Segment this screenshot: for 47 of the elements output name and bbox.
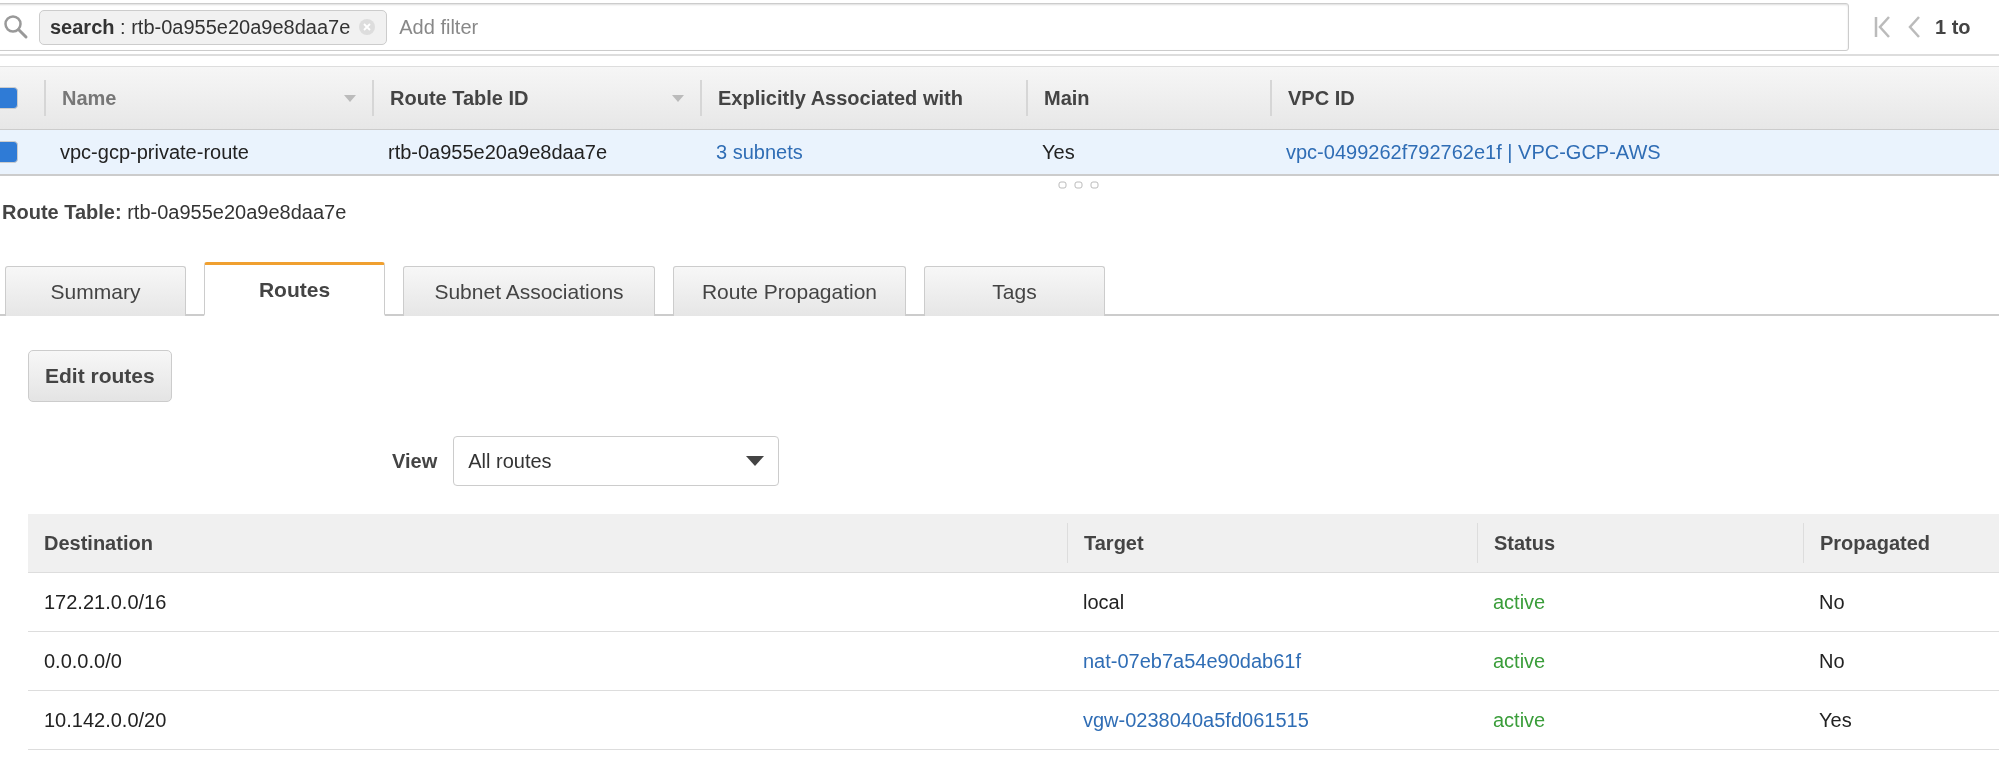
- tab[interactable]: Subnet Associations: [403, 266, 655, 316]
- table-cell: Yes: [1819, 708, 1852, 732]
- table-cell: No: [1819, 590, 1845, 614]
- tab[interactable]: Summary: [5, 266, 186, 316]
- status-text: active: [1493, 708, 1546, 732]
- previous-page-icon[interactable]: [1907, 14, 1921, 40]
- column-header[interactable]: Name: [62, 86, 117, 110]
- table-link[interactable]: vpc-0499262f792762e1f | VPC-GCP-AWS: [1286, 140, 1661, 164]
- table-cell: vpc-gcp-private-route: [60, 140, 249, 164]
- column-header[interactable]: Target: [1084, 531, 1144, 555]
- column-header[interactable]: Main: [1044, 86, 1090, 110]
- table-cell: 10.142.0.0/20: [44, 708, 167, 732]
- tab[interactable]: Route Propagation: [673, 266, 906, 316]
- table-link[interactable]: vgw-0238040a5fd061515: [1083, 708, 1309, 732]
- column-header[interactable]: Destination: [44, 531, 153, 555]
- table-cell: No: [1819, 649, 1845, 673]
- filter-token[interactable]: search : rtb-0a955e20a9e8daa7e: [39, 9, 388, 45]
- clear-icon[interactable]: [358, 18, 377, 36]
- tab[interactable]: Routes: [204, 262, 385, 316]
- column-header[interactable]: Route Table ID: [390, 86, 529, 110]
- pagination-text: 1 to: [1935, 15, 1971, 39]
- edit-routes-button[interactable]: Edit routes: [28, 350, 172, 402]
- first-page-icon[interactable]: [1873, 14, 1893, 40]
- table-cell: rtb-0a955e20a9e8daa7e: [388, 140, 608, 164]
- column-header[interactable]: Status: [1494, 531, 1556, 555]
- resize-handle-icon[interactable]: [1058, 180, 1100, 190]
- dropdown-caret-icon: [746, 456, 765, 466]
- table-link[interactable]: nat-07eb7a54e90dab61f: [1083, 649, 1301, 673]
- detail-title: Route Table: rtb-0a955e20a9e8daa7e: [2, 200, 348, 225]
- column-header[interactable]: VPC ID: [1288, 86, 1355, 110]
- view-label: View: [392, 449, 438, 473]
- tab[interactable]: Tags: [924, 266, 1105, 316]
- sort-caret-icon[interactable]: [344, 94, 356, 102]
- column-header[interactable]: Propagated: [1820, 531, 1931, 555]
- table-cell: 0.0.0.0/0: [44, 649, 122, 673]
- sort-caret-icon[interactable]: [672, 94, 684, 102]
- status-text: active: [1493, 649, 1546, 673]
- view-dropdown[interactable]: All routes: [453, 436, 780, 486]
- column-header[interactable]: Explicitly Associated with: [718, 86, 963, 110]
- table-row[interactable]: vpc-gcp-private-route rtb-0a955e20a9e8daa7e 3 subnets Yes vpc-0499262f792762e1f | VPC-GCP-AWS: [0, 130, 1999, 176]
- table-link[interactable]: 3 subnets: [716, 140, 803, 164]
- table-cell: Yes: [1042, 140, 1075, 164]
- table-cell: local: [1083, 590, 1125, 614]
- filter-search-field[interactable]: search : rtb-0a955e20a9e8daa7e Add filter: [0, 3, 1849, 51]
- search-icon: [3, 14, 29, 40]
- status-text: active: [1493, 590, 1546, 614]
- table-cell: 172.21.0.0/16: [44, 590, 167, 614]
